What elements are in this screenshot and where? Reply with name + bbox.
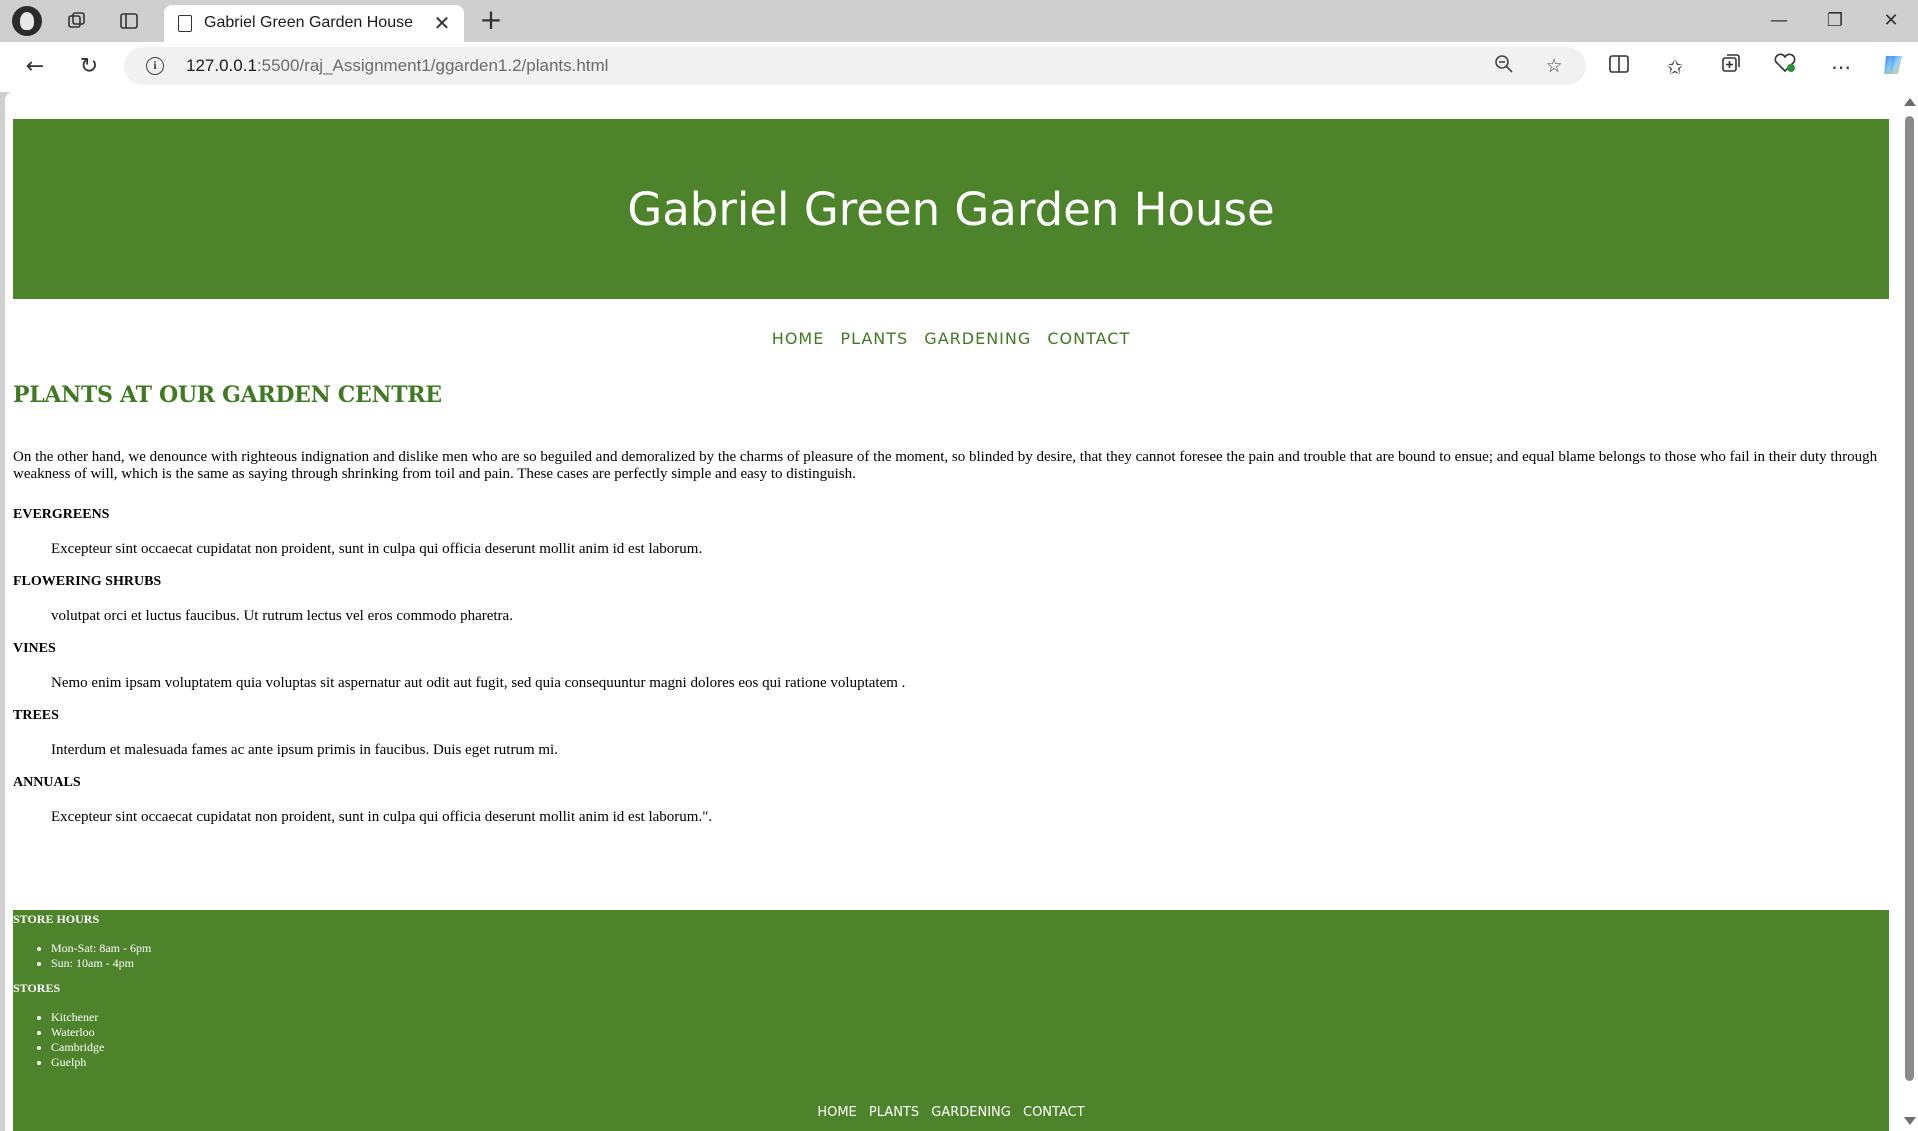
vertical-scrollbar[interactable] xyxy=(1900,92,1918,1131)
page-heading: PLANTS AT OUR GARDEN CENTRE xyxy=(13,382,442,408)
scrollbar-thumb[interactable] xyxy=(1905,116,1914,1081)
split-screen-icon[interactable] xyxy=(1604,52,1634,82)
intro-paragraph: On the other hand, we denounce with righ… xyxy=(13,449,1878,482)
close-window-icon[interactable]: ✕ xyxy=(1868,6,1914,36)
nav-link-home[interactable]: HOME xyxy=(772,329,825,348)
site-title: Gabriel Green Garden House xyxy=(627,182,1275,236)
stores-list: Kitchener Waterloo Cambridge Guelph xyxy=(51,1010,104,1070)
minimize-icon[interactable]: — xyxy=(1756,6,1802,36)
footer-link-gardening[interactable]: GARDENING xyxy=(931,1105,1011,1120)
main-nav: HOME PLANTS GARDENING CONTACT xyxy=(13,329,1889,348)
site-info-icon[interactable]: i xyxy=(146,57,164,75)
list-item: Kitchener xyxy=(51,1010,104,1025)
web-page: Gabriel Green Garden House HOME PLANTS G… xyxy=(13,92,1889,1131)
section-text-evergreens: Excepteur sint occaecat cupidatat non pr… xyxy=(51,541,703,557)
restore-icon[interactable]: ❐ xyxy=(1812,6,1858,36)
list-item: Guelph xyxy=(51,1055,104,1070)
footer-link-plants[interactable]: PLANTS xyxy=(869,1105,919,1120)
list-item: Mon-Sat: 8am - 6pm xyxy=(51,941,151,956)
page-icon xyxy=(178,15,192,32)
section-text-trees: Interdum et malesuada fames ac ante ipsu… xyxy=(51,742,558,758)
copilot-icon[interactable] xyxy=(1878,52,1908,82)
url-host: 127.0.0.1 xyxy=(186,56,257,75)
section-text-annuals: Excepteur sint occaecat cupidatat non pr… xyxy=(51,809,713,825)
new-tab-icon[interactable]: + xyxy=(476,6,506,36)
footer-link-contact[interactable]: CONTACT xyxy=(1023,1105,1085,1120)
more-options-icon[interactable]: ⋯ xyxy=(1826,52,1856,82)
section-title-evergreens: EVERGREENS xyxy=(13,507,110,522)
browser-titlebar: Gabriel Green Garden House ✕ + — ❐ ✕ xyxy=(0,0,1918,42)
list-item: Sun: 10am - 4pm xyxy=(51,956,151,971)
page-viewport: Gabriel Green Garden House HOME PLANTS G… xyxy=(5,92,1918,1131)
section-title-vines: VINES xyxy=(13,641,56,656)
stores-heading: STORES xyxy=(13,981,61,995)
favorites-icon[interactable]: ✩ xyxy=(1660,52,1690,82)
favorite-star-icon[interactable]: ☆ xyxy=(1542,54,1566,78)
collections-icon[interactable] xyxy=(1716,52,1746,82)
section-text-vines: Nemo enim ipsam voluptatem quia voluptas… xyxy=(51,675,906,691)
back-arrow-icon[interactable]: ← xyxy=(18,50,52,84)
nav-link-contact[interactable]: CONTACT xyxy=(1047,329,1130,348)
vertical-tabs-icon[interactable] xyxy=(116,8,142,34)
footer-nav: HOME PLANTS GARDENING CONTACT xyxy=(13,1105,1889,1120)
url-text[interactable]: 127.0.0.1:5500/raj_Assignment1/ggarden1.… xyxy=(186,56,608,76)
store-hours-list: Mon-Sat: 8am - 6pm Sun: 10am - 4pm xyxy=(51,941,151,971)
close-tab-icon[interactable]: ✕ xyxy=(430,11,454,35)
site-header-banner: Gabriel Green Garden House xyxy=(13,119,1889,299)
store-hours-heading: STORE HOURS xyxy=(13,912,100,926)
workspaces-icon[interactable] xyxy=(64,8,90,34)
tab-title: Gabriel Green Garden House xyxy=(204,14,413,31)
scroll-down-arrow-icon[interactable] xyxy=(1904,1117,1916,1125)
address-bar[interactable]: i 127.0.0.1:5500/raj_Assignment1/ggarden… xyxy=(124,47,1586,85)
zoom-out-icon[interactable] xyxy=(1492,54,1516,78)
nav-link-plants[interactable]: PLANTS xyxy=(840,329,908,348)
browser-essentials-icon[interactable] xyxy=(1770,52,1800,82)
section-title-trees: TREES xyxy=(13,708,59,723)
section-title-annuals: ANNUALS xyxy=(13,775,81,790)
list-item: Waterloo xyxy=(51,1025,104,1040)
section-title-flowering-shrubs: FLOWERING SHRUBS xyxy=(13,574,162,589)
active-tab[interactable]: Gabriel Green Garden House ✕ xyxy=(164,5,464,42)
list-item: Cambridge xyxy=(51,1040,104,1055)
nav-link-gardening[interactable]: GARDENING xyxy=(924,329,1031,348)
section-text-flowering-shrubs: volutpat orci et luctus faucibus. Ut rut… xyxy=(51,608,513,624)
site-footer: STORE HOURS Mon-Sat: 8am - 6pm Sun: 10am… xyxy=(13,910,1889,1131)
scroll-up-arrow-icon[interactable] xyxy=(1904,98,1916,106)
profile-avatar-icon[interactable] xyxy=(12,6,42,36)
footer-link-home[interactable]: HOME xyxy=(817,1105,856,1120)
url-path: :5500/raj_Assignment1/ggarden1.2/plants.… xyxy=(256,56,609,75)
refresh-icon[interactable]: ↻ xyxy=(72,50,106,84)
browser-toolbar: ← ↻ i 127.0.0.1:5500/raj_Assignment1/gga… xyxy=(0,42,1918,92)
